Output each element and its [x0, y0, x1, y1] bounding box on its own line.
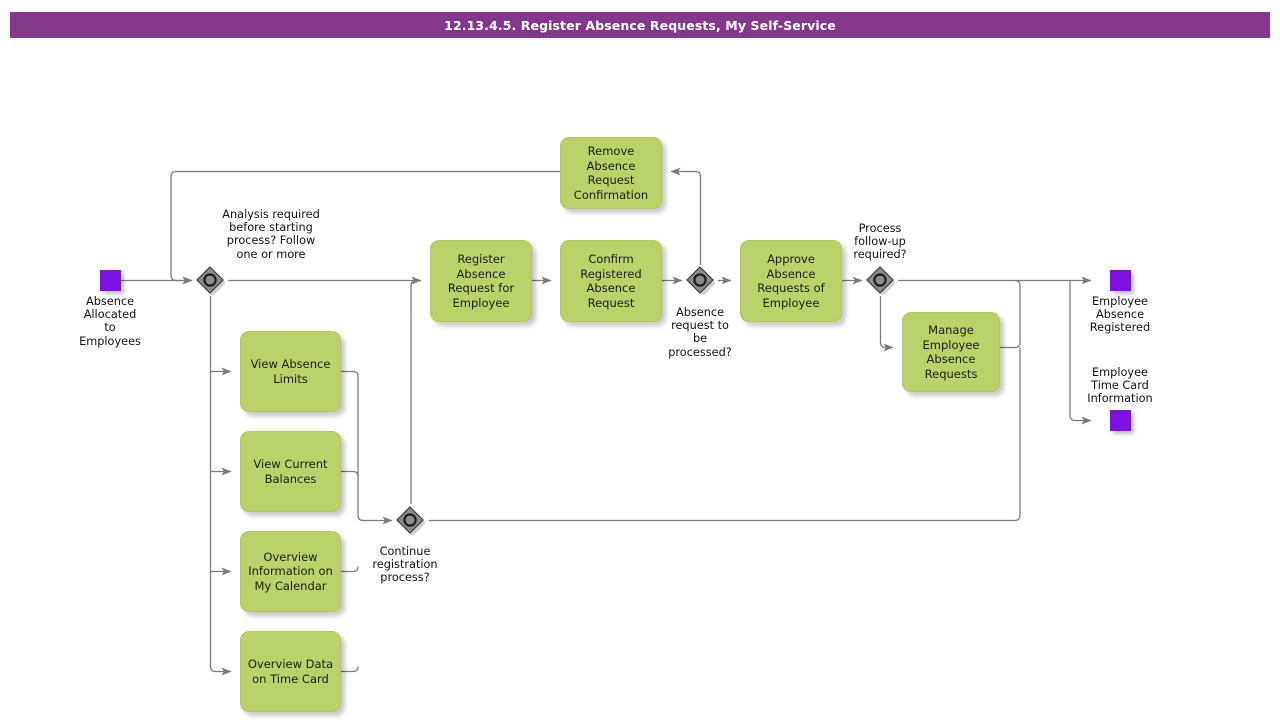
flow-view-absence-limits-to-continue-gateway: [341, 370, 393, 525]
flow-left-rail-to-overview-time-card: [209, 296, 232, 676]
end-event-employee-absence-registered-label: Employee Absence Registered: [1089, 295, 1151, 335]
flow-continue-gateway-to-register-lane: [410, 279, 421, 504]
gateway-process-follow-up-label: Process follow-up required?: [853, 222, 907, 262]
gateway-analysis-required-label: Analysis required before starting proces…: [222, 208, 320, 261]
gateway-process-follow-up[interactable]: [865, 265, 896, 296]
task-approve-absence-requests-of-employee-label: Approve Absence Requests of Employee: [757, 252, 825, 310]
task-overview-data-on-time-card-label: Overview Data on Time Card: [247, 657, 334, 686]
end-event-employee-time-card-information-label: Employee Time Card Information: [1087, 366, 1153, 406]
start-event-absence-allocated[interactable]: [100, 270, 121, 291]
flow-followup-gateway-to-manage: [879, 296, 894, 352]
task-view-current-balances-label: View Current Balances: [253, 457, 328, 486]
gateway-continue-registration-label: Continue registration process?: [372, 545, 438, 585]
connector-layer: [121, 167, 1092, 676]
flow-manage-to-riser: [1000, 279, 1021, 349]
diagram-canvas: 12.13.4.5. Register Absence Requests, My…: [0, 0, 1280, 720]
task-view-absence-limits[interactable]: View Absence Limits: [240, 331, 341, 412]
start-event-absence-allocated-label: Absence Allocated to Employees: [79, 295, 141, 348]
gateway-absence-request-processed[interactable]: [685, 265, 716, 296]
end-event-employee-time-card-information[interactable]: [1110, 410, 1131, 431]
flow-overview-time-card-to-rail: [341, 666, 359, 673]
task-overview-information-on-my-calendar[interactable]: Overview Information on My Calendar: [240, 531, 341, 612]
task-register-absence-request-for-employee[interactable]: Register Absence Request for Employee: [430, 240, 532, 322]
task-confirm-registered-absence-request-label: Confirm Registered Absence Request: [580, 252, 642, 310]
task-confirm-registered-absence-request[interactable]: Confirm Registered Absence Request: [560, 240, 662, 322]
end-event-employee-absence-registered[interactable]: [1110, 270, 1131, 291]
task-remove-absence-request-confirmation-label: Remove Absence Request Confirmation: [573, 144, 649, 202]
task-overview-information-on-my-calendar-label: Overview Information on My Calendar: [248, 549, 333, 593]
gateway-continue-registration[interactable]: [395, 505, 426, 536]
task-manage-employee-absence-requests-label: Manage Employee Absence Requests: [922, 323, 980, 381]
gateway-absence-request-processed-label: Absence request to be processed?: [668, 306, 732, 359]
gateway-analysis-required[interactable]: [195, 265, 226, 296]
flow-view-current-balances-to-rail: [341, 470, 359, 477]
task-register-absence-request-for-employee-label: Register Absence Request for Employee: [447, 252, 515, 310]
task-approve-absence-requests-of-employee[interactable]: Approve Absence Requests of Employee: [740, 240, 842, 322]
task-view-current-balances[interactable]: View Current Balances: [240, 431, 341, 512]
task-manage-employee-absence-requests[interactable]: Manage Employee Absence Requests: [902, 312, 1000, 392]
flow-processed-gateway-to-remove-confirmation: [670, 167, 702, 265]
task-remove-absence-request-confirmation[interactable]: Remove Absence Request Confirmation: [560, 137, 662, 209]
task-view-absence-limits-label: View Absence Limits: [250, 357, 331, 386]
task-overview-data-on-time-card[interactable]: Overview Data on Time Card: [240, 631, 341, 712]
